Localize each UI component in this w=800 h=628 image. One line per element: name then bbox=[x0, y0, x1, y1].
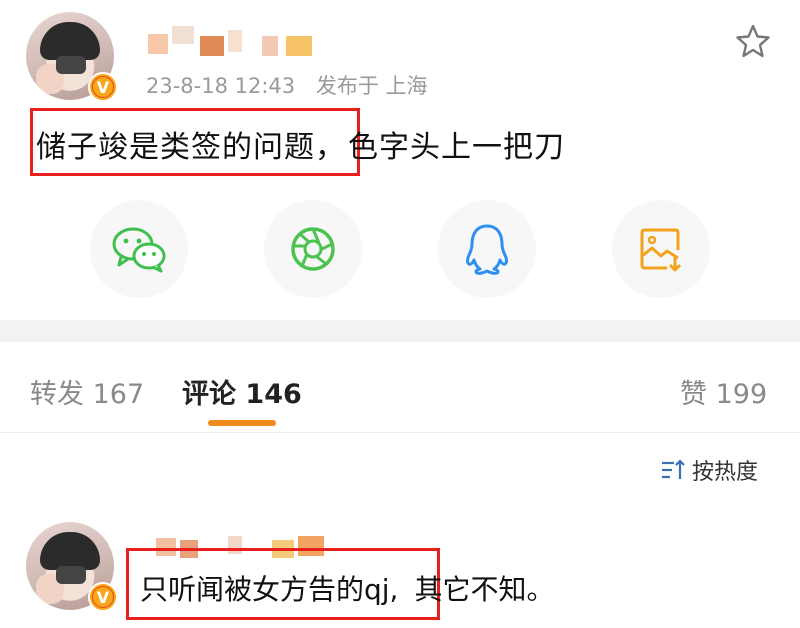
comment-text-rest: 其它不知。 bbox=[414, 573, 555, 606]
tab-comment[interactable]: 评论 146 bbox=[182, 372, 302, 411]
sort-label: 按热度 bbox=[692, 460, 759, 485]
post-time: 23-8-18 12:43 bbox=[146, 74, 296, 98]
sort-button[interactable]: 按热度 bbox=[660, 454, 758, 486]
avatar-hair bbox=[40, 532, 100, 570]
post-text: 储子竣是类签的问题，色字头上一把刀 bbox=[36, 122, 565, 166]
tab-comment-label: 评论 bbox=[182, 379, 236, 410]
share-qq-button[interactable] bbox=[438, 200, 536, 298]
share-wechat-button[interactable] bbox=[90, 200, 188, 298]
avatar-mask bbox=[56, 566, 86, 584]
tab-repost[interactable]: 转发 167 bbox=[30, 372, 144, 411]
comment-text-highlighted: 只听闻被女方告的qj, bbox=[140, 573, 399, 606]
section-divider bbox=[0, 320, 800, 342]
share-save-image-button[interactable] bbox=[612, 200, 710, 298]
tab-repost-label: 转发 bbox=[30, 379, 84, 410]
post-meta: 23-8-18 12:43 发布于 上海 bbox=[146, 70, 428, 100]
post-text-highlighted: 储子竣是类签的问题， bbox=[36, 130, 346, 165]
avatar-hair bbox=[40, 22, 100, 60]
verified-badge-icon: V bbox=[88, 72, 118, 102]
moments-icon bbox=[291, 227, 335, 271]
wechat-icon bbox=[112, 227, 166, 273]
tab-repost-count: 167 bbox=[92, 379, 145, 410]
post-location: 发布于 上海 bbox=[315, 74, 428, 98]
active-tab-indicator bbox=[208, 420, 276, 426]
avatar-mask bbox=[56, 56, 86, 74]
tabs-divider bbox=[0, 432, 800, 433]
sort-icon bbox=[662, 459, 685, 479]
tab-comment-count: 146 bbox=[245, 379, 302, 410]
share-moments-button[interactable] bbox=[264, 200, 362, 298]
comment-text: 只听闻被女方告的qj, 其它不知。 bbox=[140, 568, 554, 608]
save-image-icon bbox=[640, 228, 682, 272]
tab-like-label: 赞 bbox=[680, 379, 707, 410]
commenter-verified-badge-icon: V bbox=[88, 582, 118, 612]
tab-like-count: 199 bbox=[715, 379, 768, 410]
qq-icon bbox=[466, 224, 508, 275]
post-text-rest: 色字头上一把刀 bbox=[348, 130, 565, 165]
tab-like[interactable]: 赞 199 bbox=[680, 372, 767, 411]
favorite-star-icon[interactable] bbox=[734, 22, 772, 60]
